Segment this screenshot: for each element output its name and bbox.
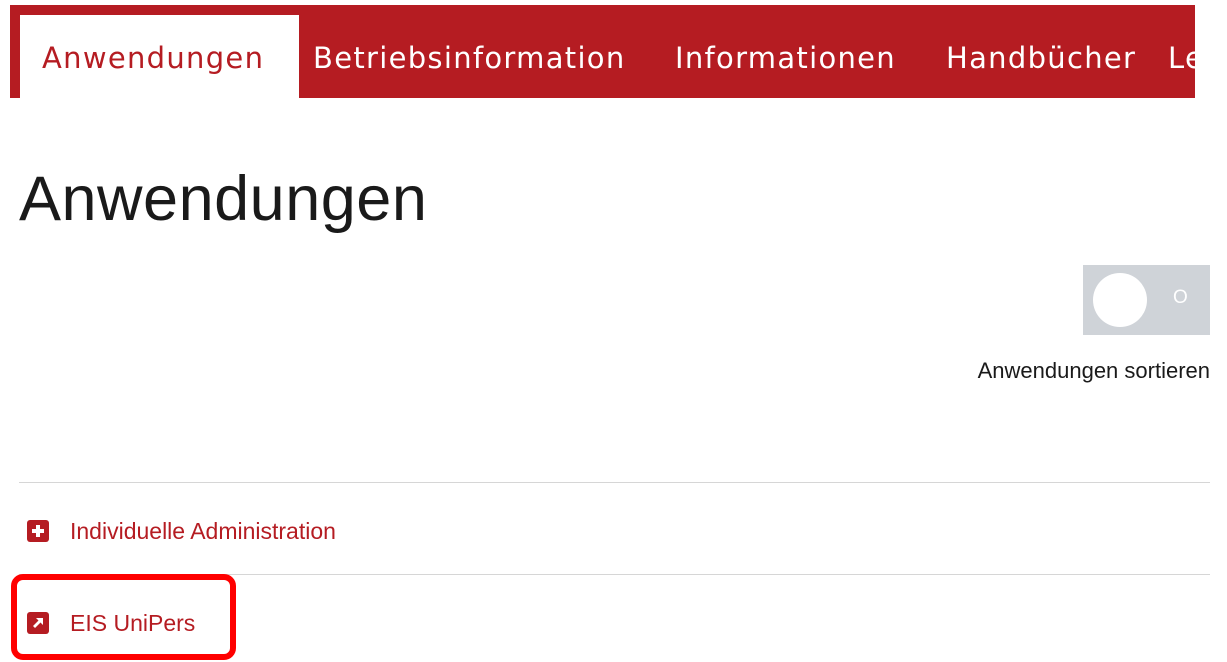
toggle-state-indicator: O [1173,287,1188,308]
plus-square-icon [27,520,49,542]
tab-truncated[interactable]: Le [1168,15,1195,98]
highlight-annotation [11,574,236,660]
toggle-knob [1093,273,1147,327]
tab-betriebsinformation[interactable]: Betriebsinformation [313,15,626,98]
app-item-label: Individuelle Administration [70,517,336,544]
tab-informationen[interactable]: Informationen [675,15,896,98]
top-navigation-bar: Anwendungen Betriebsinformation Informat… [10,5,1195,98]
divider [19,482,1210,483]
tab-handbuecher[interactable]: Handbücher [946,15,1136,98]
tab-anwendungen[interactable]: Anwendungen [20,15,299,98]
page-title: Anwendungen [19,164,428,234]
sort-toggle-label: Anwendungen sortieren [977,358,1210,383]
app-item-individuelle-administration[interactable]: Individuelle Administration [27,511,336,551]
sort-toggle[interactable]: O [1083,265,1210,335]
